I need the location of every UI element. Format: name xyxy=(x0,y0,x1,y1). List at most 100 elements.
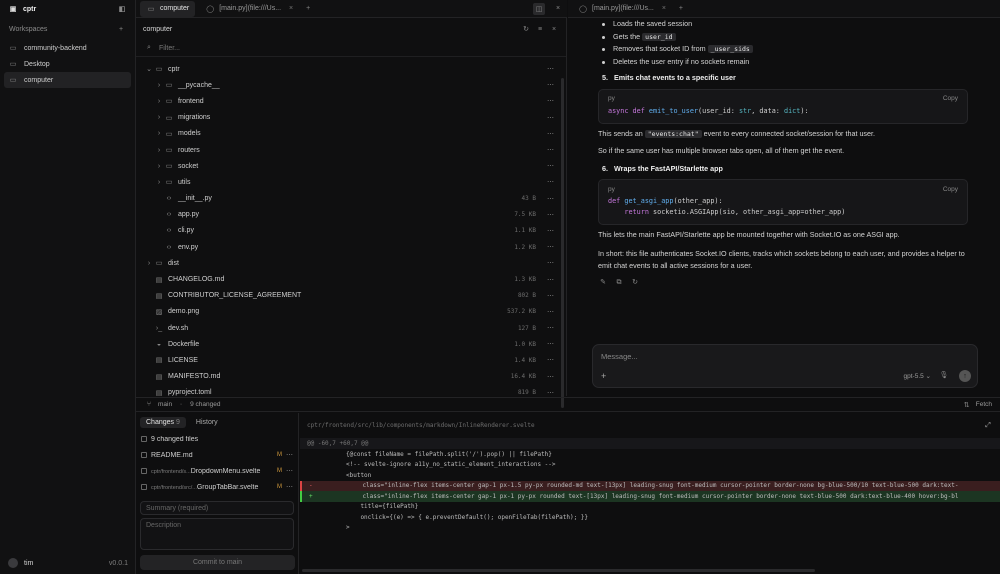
diff-scrollbar[interactable] xyxy=(302,569,815,572)
model-selector[interactable]: gpt-5.5 ⌄ xyxy=(904,372,932,380)
select-all-row[interactable]: 9 changed files xyxy=(136,431,298,447)
changed-file-row[interactable]: cptr/frontend/s...DropdownMenu.svelte M ⋯ xyxy=(136,463,298,479)
more-icon[interactable]: ⋯ xyxy=(286,467,293,475)
more-icon[interactable]: ⋯ xyxy=(536,162,554,170)
chevron-icon[interactable]: › xyxy=(154,177,164,187)
tree-row[interactable]: ▤ CHANGELOG.md 1.3 KB ⋯ xyxy=(136,271,566,287)
explorer-scrollbar[interactable] xyxy=(561,78,564,408)
close-icon[interactable]: × xyxy=(289,5,293,12)
more-icon[interactable]: ⋯ xyxy=(536,340,554,348)
tab-changes[interactable]: Changes 9 xyxy=(140,416,186,428)
more-icon[interactable]: ⋯ xyxy=(286,483,293,491)
refresh-icon[interactable]: ↻ xyxy=(521,24,531,34)
tree-row[interactable]: ‹› env.py 1.2 KB ⋯ xyxy=(136,239,566,255)
more-icon[interactable]: ⋯ xyxy=(536,292,554,300)
file-checkbox[interactable] xyxy=(141,452,147,458)
send-button[interactable]: ↑ xyxy=(959,370,971,382)
select-all-checkbox[interactable] xyxy=(141,436,147,442)
close-icon[interactable]: × xyxy=(662,5,666,12)
sidebar-item-desktop[interactable]: ▭ Desktop xyxy=(4,56,131,72)
filter-field[interactable]: ⌕ Filter... xyxy=(136,40,566,57)
more-icon[interactable]: ⋯ xyxy=(536,373,554,381)
more-icon[interactable]: ⋯ xyxy=(536,178,554,186)
tree-row[interactable]: › ▭ socket ⋯ xyxy=(136,158,566,174)
tree-row[interactable]: › ▭ __pycache__ ⋯ xyxy=(136,77,566,93)
chevron-icon[interactable]: › xyxy=(154,145,164,155)
tab-main-py[interactable]: ◯ [main.py](file:///Us... × xyxy=(199,1,299,17)
more-icon[interactable]: ⋯ xyxy=(536,146,554,154)
avatar[interactable] xyxy=(8,558,18,568)
more-icon[interactable]: ⋯ xyxy=(536,276,554,284)
close-pane-icon[interactable]: × xyxy=(553,4,563,14)
collapse-sidebar-icon[interactable]: ◧ xyxy=(117,4,127,14)
more-icon[interactable]: ⋯ xyxy=(536,195,554,203)
microphone-icon[interactable]: 🎙︎ xyxy=(939,370,949,380)
file-checkbox[interactable] xyxy=(141,468,147,474)
chevron-icon[interactable]: › xyxy=(154,113,164,123)
more-icon[interactable]: ⋯ xyxy=(536,81,554,89)
more-icon[interactable]: ⋯ xyxy=(536,356,554,364)
commit-button[interactable]: Commit to main xyxy=(140,555,295,570)
message-input[interactable]: Message... xyxy=(601,352,638,361)
tree-row[interactable]: › ▭ frontend ⋯ xyxy=(136,93,566,109)
tab-main-py-right[interactable]: ◯ [main.py](file:///Us... × xyxy=(572,1,672,17)
more-icon[interactable]: ⋯ xyxy=(536,389,554,397)
sidebar-item-computer[interactable]: ▭ computer xyxy=(4,72,131,88)
branch-name[interactable]: main xyxy=(158,401,172,408)
sidebar-item-community-backend[interactable]: ▭ community-backend xyxy=(4,40,131,56)
chevron-icon[interactable]: ⌄ xyxy=(144,64,154,74)
copy-icon[interactable]: ⧉ xyxy=(614,279,624,289)
more-icon[interactable]: ⋯ xyxy=(536,324,554,332)
chevron-icon[interactable]: › xyxy=(154,80,164,90)
more-icon[interactable]: ⋯ xyxy=(536,97,554,105)
tree-row[interactable]: ▤ MANIFESTO.md 16.4 KB ⋯ xyxy=(136,369,566,385)
tree-row[interactable]: › ▭ dist ⋯ xyxy=(136,255,566,271)
tree-row[interactable]: › ▭ routers ⋯ xyxy=(136,142,566,158)
regenerate-icon[interactable]: ↻ xyxy=(630,279,640,289)
tab-computer[interactable]: ▭ computer xyxy=(140,0,196,17)
chevron-icon[interactable]: › xyxy=(154,129,164,139)
tree-row[interactable]: ‹› __init__.py 43 B ⋯ xyxy=(136,191,566,207)
chevron-icon[interactable]: › xyxy=(154,96,164,106)
new-tab-icon[interactable]: + xyxy=(676,4,686,14)
sort-icon[interactable]: ≡ xyxy=(535,24,545,34)
copy-button[interactable]: Copy xyxy=(943,184,958,197)
copy-button[interactable]: Copy xyxy=(943,93,958,106)
message-composer[interactable]: Message... + gpt-5.5 ⌄ 🎙︎ ↑ xyxy=(592,344,978,388)
more-icon[interactable]: ⋯ xyxy=(536,308,554,316)
close-icon[interactable]: × xyxy=(549,24,559,34)
new-tab-icon[interactable]: + xyxy=(303,4,313,14)
tab-history[interactable]: History xyxy=(190,417,224,428)
file-checkbox[interactable] xyxy=(141,484,147,490)
more-icon[interactable]: ⋯ xyxy=(536,114,554,122)
more-icon[interactable]: ⋯ xyxy=(536,65,554,73)
tree-row[interactable]: ▨ demo.png 537.2 KB ⋯ xyxy=(136,304,566,320)
tree-row[interactable]: › ▭ models ⋯ xyxy=(136,126,566,142)
tree-row[interactable]: › ▭ migrations ⋯ xyxy=(136,110,566,126)
more-icon[interactable]: ⋯ xyxy=(536,227,554,235)
changed-file-row[interactable]: cptr/frontend/src/...GroupTabBar.svelte M… xyxy=(136,479,298,495)
fetch-button[interactable]: Fetch xyxy=(976,401,992,408)
tree-row[interactable]: ›_ dev.sh 127 B ⋯ xyxy=(136,320,566,336)
add-workspace-icon[interactable]: + xyxy=(116,24,126,34)
more-icon[interactable]: ⋯ xyxy=(536,243,554,251)
changed-file-row[interactable]: README.md M ⋯ xyxy=(136,447,298,463)
chevron-icon[interactable]: › xyxy=(154,161,164,171)
user-name[interactable]: tim xyxy=(24,560,33,567)
more-icon[interactable]: ⋯ xyxy=(286,451,293,459)
tree-row[interactable]: ▤ CONTRIBUTOR_LICENSE_AGREEMENT 802 B ⋯ xyxy=(136,288,566,304)
more-icon[interactable]: ⋯ xyxy=(536,211,554,219)
tree-row[interactable]: ‹› app.py 7.5 KB ⋯ xyxy=(136,207,566,223)
filter-placeholder[interactable]: Filter... xyxy=(159,45,180,52)
tree-row[interactable]: ⌄ ▭ cptr ⋯ xyxy=(136,61,566,77)
expand-icon[interactable]: ⤢ xyxy=(983,421,993,431)
tree-row[interactable]: ◒ Dockerfile 1.0 KB ⋯ xyxy=(136,336,566,352)
chevron-icon[interactable]: › xyxy=(144,258,154,268)
tree-row[interactable]: ‹› cli.py 1.1 KB ⋯ xyxy=(136,223,566,239)
edit-icon[interactable]: ✎ xyxy=(598,279,608,289)
description-input[interactable]: Description xyxy=(140,518,294,550)
tree-row[interactable]: › ▭ utils ⋯ xyxy=(136,174,566,190)
more-icon[interactable]: ⋯ xyxy=(536,259,554,267)
split-view-icon[interactable]: ◫ xyxy=(533,2,545,15)
summary-input[interactable]: Summary (required) xyxy=(140,501,294,515)
